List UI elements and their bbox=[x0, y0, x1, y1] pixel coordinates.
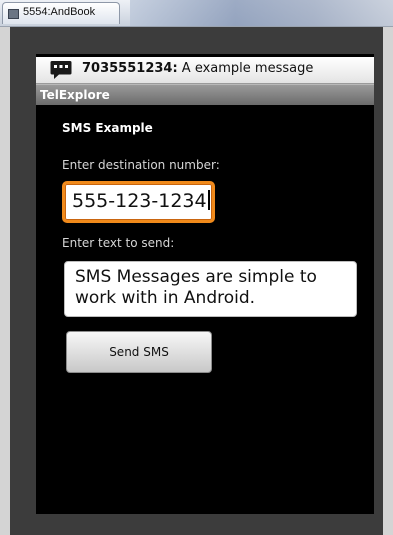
message-text-input[interactable]: SMS Messages are simple to work with in … bbox=[64, 261, 357, 317]
notification-message: A example message bbox=[177, 61, 314, 76]
app-title-bar: TelExplore bbox=[36, 84, 374, 105]
destination-number-label: Enter destination number: bbox=[62, 158, 220, 172]
send-sms-button[interactable]: Send SMS bbox=[66, 331, 212, 373]
screen-heading: SMS Example bbox=[62, 121, 153, 135]
message-text-label: Enter text to send: bbox=[62, 236, 175, 250]
notification-sender: 7035551234: bbox=[82, 61, 178, 76]
notification-text: 7035551234: A example message bbox=[82, 61, 313, 76]
host-window-title: 5554:AndBook bbox=[23, 6, 96, 18]
host-window-titlebar: 5554:AndBook bbox=[0, 0, 393, 27]
text-caret bbox=[207, 190, 210, 210]
device-screen: 7035551234: A example message TelExplore… bbox=[36, 54, 374, 514]
host-desktop-background bbox=[130, 0, 393, 26]
destination-number-value: 555-123-1234 bbox=[72, 190, 207, 212]
host-window-tab[interactable]: 5554:AndBook bbox=[2, 2, 120, 24]
emulator-window-icon bbox=[8, 9, 19, 19]
sms-message-icon bbox=[50, 61, 72, 79]
destination-number-input[interactable]: 555-123-1234 bbox=[62, 181, 215, 223]
status-bar-notification[interactable]: 7035551234: A example message bbox=[36, 57, 374, 84]
